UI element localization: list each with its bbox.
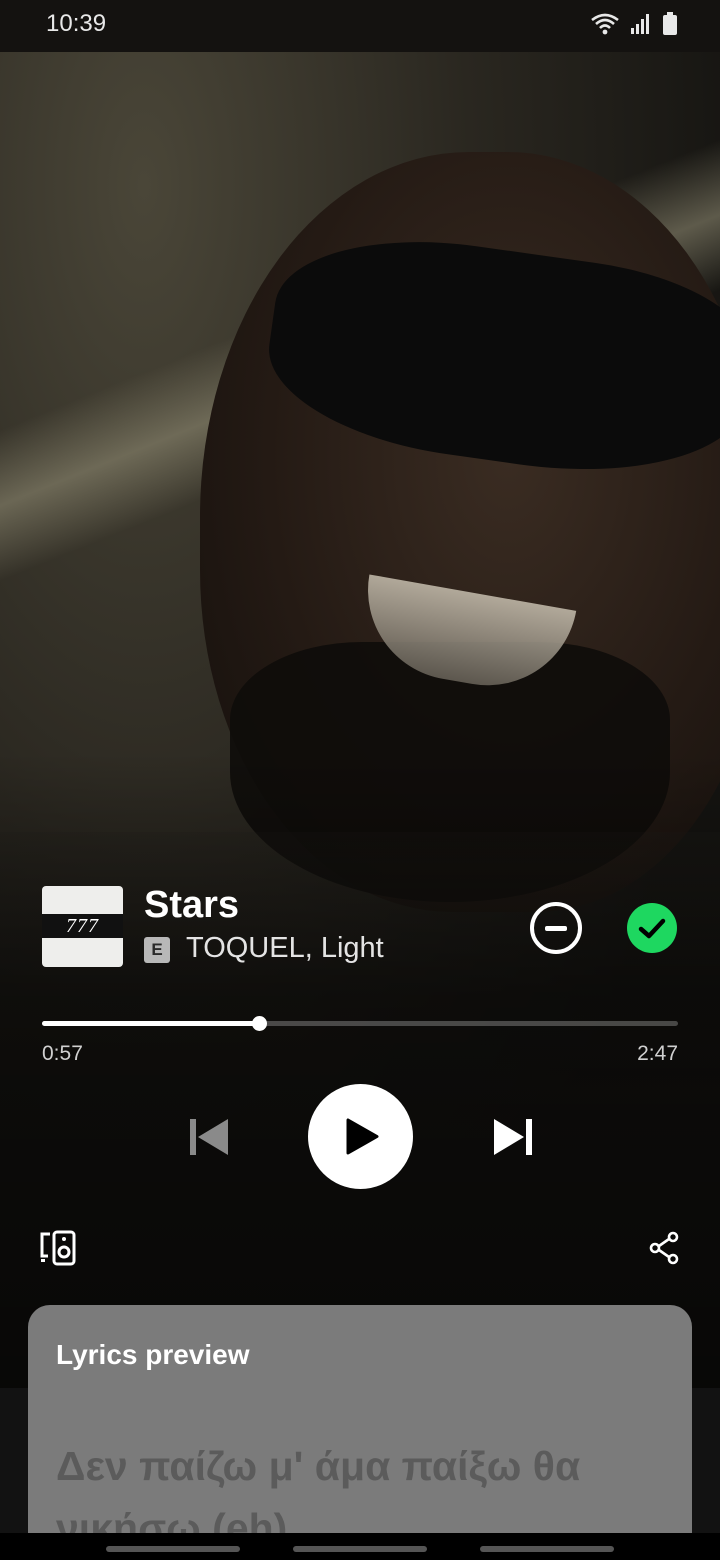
minus-icon (545, 926, 567, 931)
album-cover[interactable]: 777 (42, 886, 123, 967)
total-time: 2:47 (637, 1042, 678, 1065)
share-button[interactable] (646, 1230, 682, 1266)
wifi-icon (591, 13, 619, 35)
connect-devices-button[interactable] (38, 1228, 78, 1268)
share-icon (649, 1231, 679, 1265)
nav-home-button[interactable] (293, 1546, 427, 1552)
status-bar: 10:39 (0, 0, 720, 52)
album-cover-text: 777 (66, 915, 99, 937)
progress-fill (42, 1021, 259, 1026)
previous-icon (190, 1119, 228, 1155)
signal-icon (631, 14, 649, 34)
elapsed-time: 0:57 (42, 1042, 83, 1065)
devices-icon (40, 1230, 76, 1266)
hide-song-button[interactable] (530, 902, 582, 954)
canvas-artwork (0, 52, 720, 1392)
lyrics-preview-card[interactable]: Lyrics preview Δεν παίζω μ' άμα παίξω θα… (28, 1305, 692, 1560)
play-button[interactable] (308, 1084, 413, 1189)
status-time: 10:39 (46, 10, 107, 37)
nav-recents-button[interactable] (106, 1546, 240, 1552)
explicit-badge: E (144, 937, 170, 963)
check-icon (638, 918, 666, 939)
track-artists[interactable]: TOQUEL, Light (186, 932, 384, 965)
play-icon (346, 1118, 379, 1155)
progress-handle[interactable] (251, 1016, 267, 1031)
lyrics-preview-title: Lyrics preview (56, 1339, 250, 1370)
progress-bar[interactable] (42, 1016, 678, 1031)
next-button[interactable] (490, 1114, 536, 1160)
track-info: 777 Stars E TOQUEL, Light (42, 884, 678, 968)
next-icon (494, 1119, 532, 1155)
previous-button[interactable] (186, 1114, 232, 1160)
battery-icon (663, 12, 677, 35)
liked-songs-button[interactable] (627, 903, 677, 953)
now-playing-screen: 10:39 777 Stars E TOQUEL, Light 0:57 2:4… (0, 0, 720, 1560)
track-title[interactable]: Stars (144, 884, 239, 927)
system-nav-bar (0, 1533, 720, 1560)
nav-back-button[interactable] (480, 1546, 614, 1552)
